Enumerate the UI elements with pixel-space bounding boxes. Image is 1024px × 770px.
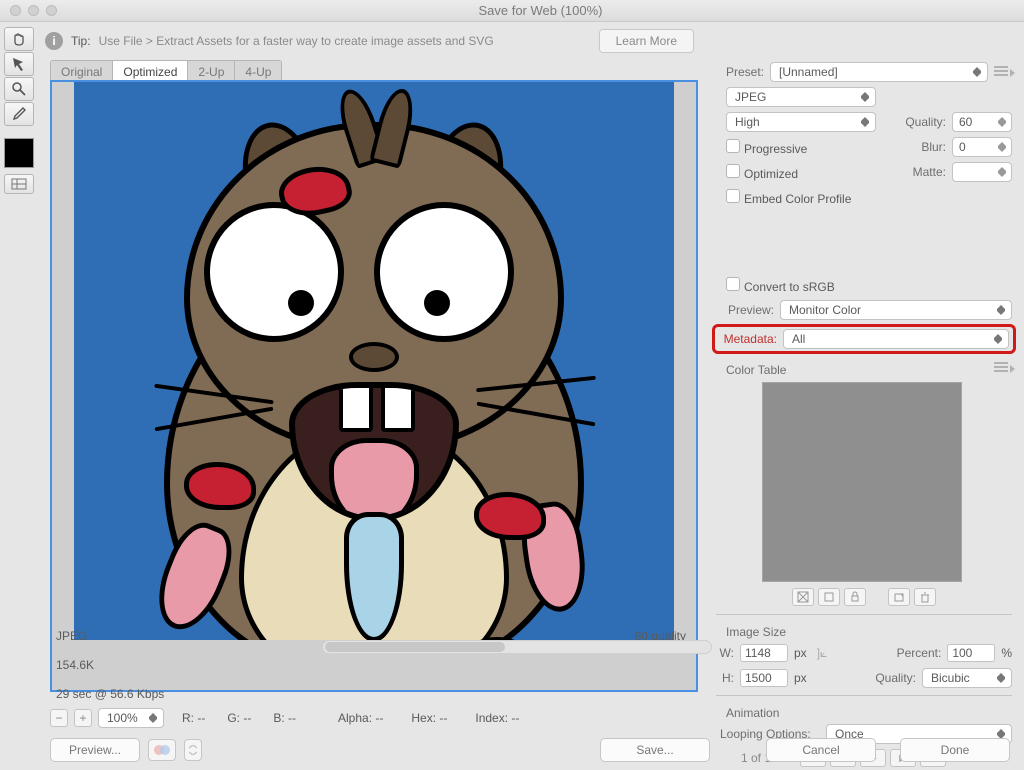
toggle-slices-visibility[interactable] — [4, 174, 34, 194]
preview-size: 154.6K — [56, 658, 94, 672]
width-input[interactable]: 1148 — [740, 644, 788, 662]
learn-more-button[interactable]: Learn More — [599, 29, 694, 53]
zoom-select[interactable]: 100% — [98, 708, 164, 728]
browser-preview-icon[interactable] — [148, 739, 176, 761]
metadata-row-highlight: Metadata: All — [712, 324, 1016, 354]
ct-trash-icon[interactable] — [914, 588, 936, 606]
tip-strip: i Tip: Use File > Extract Assets for a f… — [45, 28, 1014, 54]
preview-canvas — [74, 82, 674, 640]
quality-label: Quality: — [905, 115, 946, 129]
tip-prefix: Tip: — [71, 34, 91, 48]
g-readout: G: -- — [227, 711, 251, 725]
blur-label: Blur: — [921, 140, 946, 154]
embed-profile-checkbox[interactable]: Embed Color Profile — [726, 189, 851, 206]
tip-text: Use File > Extract Assets for a faster w… — [99, 34, 494, 48]
zoom-out-button[interactable]: − — [50, 709, 68, 727]
tool-column — [4, 26, 38, 194]
hand-tool[interactable] — [4, 27, 34, 51]
percent-unit: % — [1001, 646, 1012, 660]
window-controls — [0, 5, 57, 16]
r-readout: R: -- — [182, 711, 205, 725]
metadata-select[interactable]: All — [783, 329, 1009, 349]
format-select[interactable]: JPEG — [726, 87, 876, 107]
ct-shift-icon[interactable] — [818, 588, 840, 606]
w-unit: px — [794, 646, 807, 660]
slice-select-tool[interactable] — [4, 52, 34, 76]
browser-preview-menu[interactable] — [184, 739, 202, 761]
image-size-title: Image Size — [726, 625, 1012, 639]
zoom-window-icon[interactable] — [46, 5, 57, 16]
quality-preset-select[interactable]: High — [726, 112, 876, 132]
rgb-readout: R: -- G: -- B: -- — [182, 711, 296, 725]
close-window-icon[interactable] — [10, 5, 21, 16]
image-size-section: Image Size W: 1148 px ]⟀ Percent: 100 % … — [716, 614, 1012, 689]
blur-input[interactable]: 0 — [952, 137, 1012, 157]
percent-label: Percent: — [897, 646, 942, 660]
artwork-illustration — [74, 82, 674, 640]
ct-new-icon[interactable] — [888, 588, 910, 606]
eyedropper-color-swatch[interactable] — [4, 138, 34, 168]
ct-snap-icon[interactable] — [792, 588, 814, 606]
status-bar: − + 100% R: -- G: -- B: -- Alpha: -- Hex… — [50, 706, 698, 730]
color-table[interactable] — [762, 382, 962, 582]
done-button[interactable]: Done — [900, 738, 1010, 762]
cancel-button[interactable]: Cancel — [766, 738, 876, 762]
percent-input[interactable]: 100 — [947, 644, 995, 662]
hex-readout: Hex: -- — [411, 711, 447, 725]
ct-lock-icon[interactable] — [844, 588, 866, 606]
metadata-label: Metadata: — [719, 332, 777, 346]
matte-label: Matte: — [913, 165, 946, 179]
index-readout: Index: -- — [475, 711, 519, 725]
preview-format: JPEG — [56, 629, 87, 643]
b-readout: B: -- — [273, 711, 296, 725]
preset-menu-icon[interactable] — [994, 66, 1012, 78]
quality-input[interactable]: 60 — [952, 112, 1012, 132]
preview-speed: 29 sec @ 56.6 Kbps — [56, 687, 164, 701]
resample-quality-label: Quality: — [875, 671, 916, 685]
h-unit: px — [794, 671, 807, 685]
height-input[interactable]: 1500 — [740, 669, 788, 687]
bottom-left-controls: Preview... — [50, 738, 202, 762]
convert-srgb-checkbox[interactable]: Convert to sRGB — [726, 277, 835, 294]
preview-button[interactable]: Preview... — [50, 738, 140, 762]
color-table-menu-icon[interactable] — [994, 362, 1012, 374]
color-table-label: Color Table — [726, 363, 786, 377]
zoom-tool[interactable] — [4, 77, 34, 101]
title-bar: Save for Web (100%) — [0, 0, 1024, 22]
window-title: Save for Web (100%) — [57, 3, 1024, 18]
h-label: H: — [716, 671, 734, 685]
alpha-readout: Alpha: -- — [338, 711, 383, 725]
preset-select[interactable]: [Unnamed] — [770, 62, 988, 82]
color-table-toolbar — [716, 588, 1012, 606]
settings-panel: Preset: [Unnamed] JPEG High Quality: 60 … — [716, 58, 1012, 767]
link-icon[interactable]: ]⟀ — [817, 646, 828, 661]
minimize-window-icon[interactable] — [28, 5, 39, 16]
save-button[interactable]: Save... — [600, 738, 710, 762]
preview-select[interactable]: Monitor Color — [780, 300, 1012, 320]
resample-quality-select[interactable]: Bicubic — [922, 668, 1012, 688]
extra-readout: Alpha: -- Hex: -- Index: -- — [338, 711, 519, 725]
preset-label: Preset: — [716, 65, 764, 79]
settings-scrollbar[interactable] — [322, 640, 712, 654]
optimized-checkbox[interactable]: Optimized — [726, 164, 798, 181]
matte-select[interactable] — [952, 162, 1012, 182]
zoom-in-button[interactable]: + — [74, 709, 92, 727]
progressive-checkbox[interactable]: Progressive — [726, 139, 807, 156]
eyedropper-tool[interactable] — [4, 102, 34, 126]
animation-title: Animation — [726, 706, 1012, 720]
save-button-wrap: Save... — [600, 738, 710, 762]
bottom-right-controls: Cancel Done — [766, 738, 1010, 762]
preview-label: Preview: — [716, 303, 774, 317]
info-icon: i — [45, 32, 63, 50]
w-label: W: — [716, 646, 734, 660]
preview-inner: JPEG60 quality 154.6K 29 sec @ 56.6 Kbps — [52, 82, 696, 690]
preview-frame[interactable]: JPEG60 quality 154.6K 29 sec @ 56.6 Kbps — [50, 80, 698, 692]
